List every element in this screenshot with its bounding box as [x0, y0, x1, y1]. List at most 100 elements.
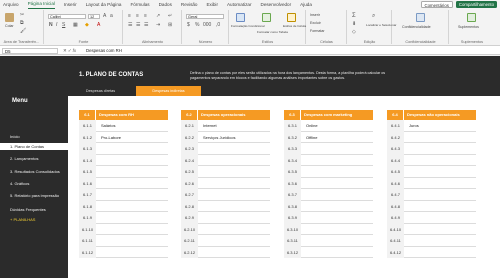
grow-font-icon[interactable]: A	[103, 14, 106, 19]
addins-icon[interactable]	[467, 13, 476, 22]
sidebar-menu-item[interactable]: Dúvidas Frequentes	[10, 207, 46, 212]
row-code-cell[interactable]: 6.2.5	[181, 166, 198, 178]
ribbon-tab[interactable]: Exibir	[206, 0, 218, 9]
row-code-cell[interactable]: 6.3.11	[284, 235, 301, 247]
sidebar-menu-item[interactable]: 3. Resultados Consolidados	[10, 169, 60, 174]
orientation-icon[interactable]: ↗	[156, 14, 160, 19]
sidebar-menu-item[interactable]: 4. Gráficos	[10, 181, 29, 186]
percent-icon[interactable]: %	[195, 23, 199, 28]
ribbon-tab[interactable]: Arquivo	[3, 0, 19, 9]
row-value-cell[interactable]: Offline	[306, 132, 318, 144]
find-select-icon[interactable]: ⌕	[372, 13, 375, 19]
font-color-icon[interactable]: A	[97, 23, 100, 28]
row-code-cell[interactable]: 6.3.2	[284, 131, 301, 143]
row-code-cell[interactable]: 6.4.11	[387, 235, 404, 247]
wrap-text-icon[interactable]: ↵	[168, 14, 172, 19]
row-code-cell[interactable]: 6.3.5	[284, 166, 301, 178]
table-header-code[interactable]: 6.1	[79, 110, 96, 120]
table-header-code[interactable]: 6.3	[284, 110, 301, 120]
comments-button[interactable]: Comentários	[420, 1, 453, 8]
format-table-icon[interactable]	[262, 13, 271, 22]
subtab-direct-expenses[interactable]: Despesas diretas	[68, 86, 133, 96]
table-header-code[interactable]: 6.4	[387, 110, 404, 120]
row-value-cell[interactable]: Serviços Jurídicos	[203, 132, 235, 144]
table-header-code[interactable]: 6.2	[181, 110, 198, 120]
find-select-label[interactable]: Localizar e Selecionar	[366, 23, 396, 27]
row-code-cell[interactable]: 6.4.6	[387, 177, 404, 189]
row-code-cell[interactable]: 6.4.5	[387, 166, 404, 178]
table-header-name[interactable]: Despesas com RH	[99, 110, 134, 120]
delete-cells-button[interactable]: Excluir	[310, 21, 321, 25]
insert-cells-button[interactable]: Inserir	[310, 13, 320, 17]
enter-icon[interactable]: ✓	[68, 48, 72, 53]
row-code-cell[interactable]: 6.4.8	[387, 200, 404, 212]
underline-icon[interactable]: S	[62, 23, 65, 28]
row-code-cell[interactable]: 6.4.4	[387, 154, 404, 166]
row-code-cell[interactable]: 6.1.12	[79, 246, 96, 258]
row-code-cell[interactable]: 6.1.2	[79, 131, 96, 143]
formula-input[interactable]: Despesas com RH	[86, 48, 122, 54]
clear-icon[interactable]: ◇	[352, 30, 356, 35]
row-code-cell[interactable]: 6.2.10	[181, 223, 198, 235]
font-name-combo[interactable]: Calibri	[48, 14, 86, 19]
row-code-cell[interactable]: 6.2.8	[181, 200, 198, 212]
indent-icon[interactable]: ⇥	[156, 23, 160, 28]
table-header-name[interactable]: Despesas com marketing	[304, 110, 352, 120]
row-code-cell[interactable]: 6.2.9	[181, 212, 198, 224]
row-code-cell[interactable]: 6.2.2	[181, 131, 198, 143]
row-code-cell[interactable]: 6.2.7	[181, 189, 198, 201]
row-code-cell[interactable]: 6.3.1	[284, 120, 301, 132]
font-size-combo[interactable]: 12	[88, 14, 100, 19]
currency-icon[interactable]: $	[187, 23, 190, 28]
row-value-cell[interactable]: Internet	[203, 120, 217, 132]
row-code-cell[interactable]: 6.2.3	[181, 143, 198, 155]
row-value-cell[interactable]: Salários	[101, 120, 115, 132]
row-code-cell[interactable]: 6.1.4	[79, 154, 96, 166]
fill-color-icon[interactable]: ◆	[85, 23, 89, 28]
table-header-name[interactable]: Despesas não operacionais	[407, 110, 460, 120]
align-bottom-icon[interactable]: ≡	[144, 14, 147, 19]
sensitivity-icon[interactable]	[416, 13, 425, 22]
row-code-cell[interactable]: 6.1.11	[79, 235, 96, 247]
row-value-cell[interactable]: Pro-Labore	[101, 132, 121, 144]
row-code-cell[interactable]: 6.1.1	[79, 120, 96, 132]
row-code-cell[interactable]: 6.3.9	[284, 212, 301, 224]
row-code-cell[interactable]: 6.3.8	[284, 200, 301, 212]
row-code-cell[interactable]: 6.4.9	[387, 212, 404, 224]
row-code-cell[interactable]: 6.2.1	[181, 120, 198, 132]
ribbon-tab[interactable]: Fórmulas	[130, 0, 149, 9]
row-code-cell[interactable]: 6.4.7	[387, 189, 404, 201]
row-code-cell[interactable]: 6.3.3	[284, 143, 301, 155]
merge-center-icon[interactable]: ⊞	[168, 23, 172, 28]
ribbon-tab[interactable]: Automatizar	[227, 0, 252, 9]
subtab-indirect-expenses[interactable]: Despesas indiretas	[136, 86, 201, 96]
borders-icon[interactable]: ▦	[73, 23, 78, 28]
row-code-cell[interactable]: 6.3.6	[284, 177, 301, 189]
ribbon-tab[interactable]: Inserir	[64, 0, 77, 9]
row-code-cell[interactable]: 6.3.12	[284, 246, 301, 258]
share-button[interactable]: Compartilhamento	[455, 1, 497, 8]
align-center-icon[interactable]: ☰	[136, 23, 140, 28]
row-code-cell[interactable]: 6.4.10	[387, 223, 404, 235]
row-code-cell[interactable]: 6.4.1	[387, 120, 404, 132]
ribbon-tab[interactable]: Layout da Página	[86, 0, 122, 9]
autosum-icon[interactable]: Σ	[352, 13, 356, 19]
ribbon-tab[interactable]: Desenvolvedor	[261, 0, 292, 9]
decimal-icon[interactable]: ,0	[216, 23, 220, 28]
cell-styles-icon[interactable]	[287, 13, 296, 22]
row-code-cell[interactable]: 6.1.6	[79, 177, 96, 189]
row-code-cell[interactable]: 6.4.3	[387, 143, 404, 155]
sidebar-menu-item[interactable]: 1. Plano de Contas	[0, 143, 68, 150]
ribbon-tab[interactable]: Dados	[159, 0, 172, 9]
row-code-cell[interactable]: 6.2.6	[181, 177, 198, 189]
ribbon-tab[interactable]: Ajuda	[300, 0, 312, 9]
ribbon-tab[interactable]: Revisão	[181, 0, 198, 9]
fill-icon[interactable]: ⬇	[352, 22, 356, 27]
number-format-combo[interactable]: Geral	[186, 14, 224, 19]
shrink-font-icon[interactable]: a	[110, 14, 113, 19]
ribbon-tab[interactable]: Página Inicial	[27, 0, 55, 9]
align-left-icon[interactable]: ☰	[128, 23, 132, 28]
row-code-cell[interactable]: 6.1.5	[79, 166, 96, 178]
row-code-cell[interactable]: 6.1.9	[79, 212, 96, 224]
row-code-cell[interactable]: 6.3.7	[284, 189, 301, 201]
